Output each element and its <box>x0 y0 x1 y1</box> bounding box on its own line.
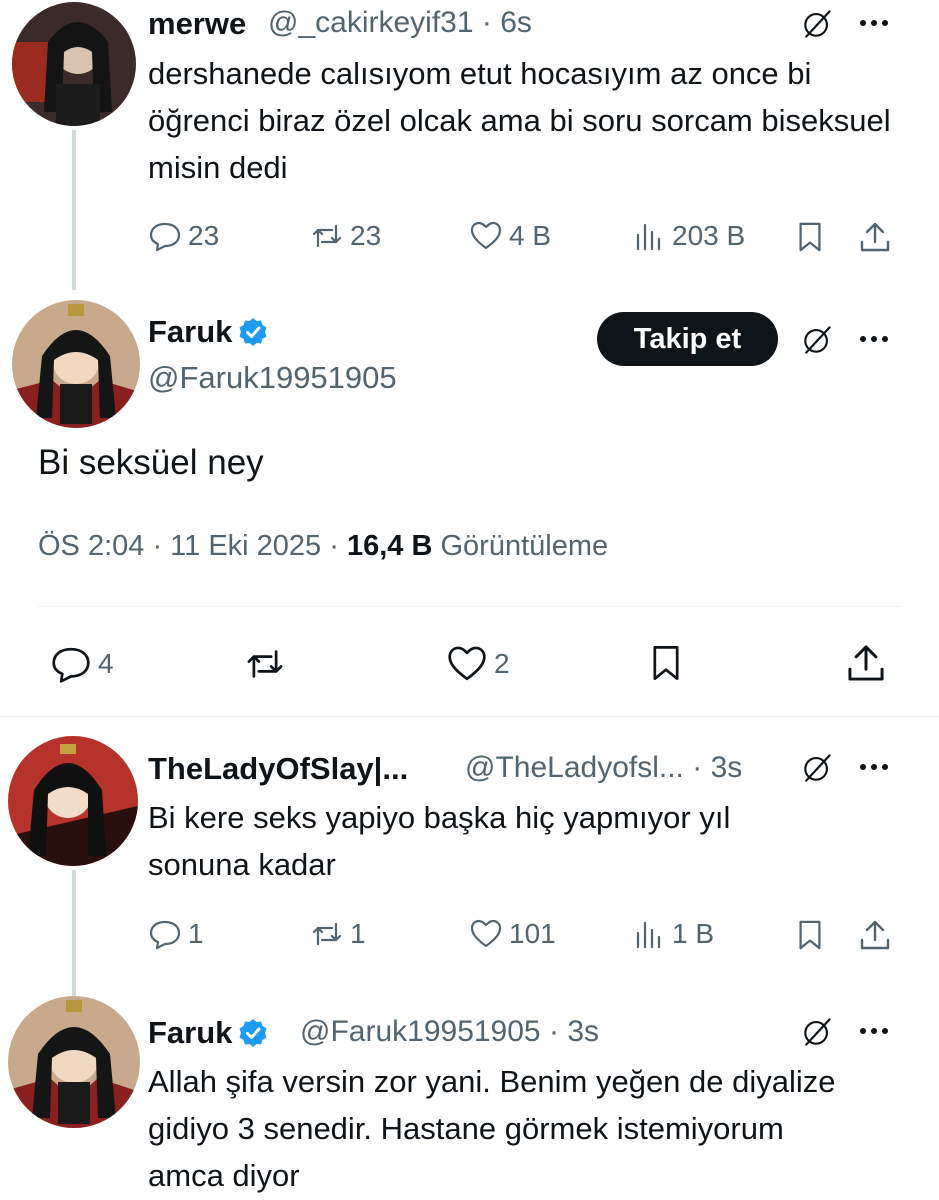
reply-count: 1 <box>188 918 204 949</box>
like-count: 101 <box>509 918 556 949</box>
like-count: 4 B <box>509 220 552 251</box>
like-button[interactable]: 2 <box>446 643 510 685</box>
author-meta[interactable]: @TheLadyofsl... · 3s <box>465 751 742 785</box>
share-icon <box>860 920 890 950</box>
separator: · <box>548 1015 559 1048</box>
grok-icon[interactable] <box>797 320 837 360</box>
views-button[interactable]: 1 B <box>632 917 714 951</box>
author-handle[interactable]: @Faruk19951905 <box>148 360 397 396</box>
tweet-time[interactable]: 6s <box>500 6 532 39</box>
avatar[interactable] <box>12 300 140 428</box>
share-button[interactable] <box>844 641 888 685</box>
retweet-button[interactable]: 23 <box>310 219 381 253</box>
more-icon[interactable] <box>860 764 888 770</box>
author-name[interactable]: merwe <box>148 6 246 42</box>
verified-badge-icon <box>239 318 267 346</box>
share-icon <box>848 645 884 681</box>
views-icon <box>636 921 661 949</box>
tweet-text: Bi kere seks yapiyo başka hiç yapmıyor y… <box>148 800 731 882</box>
like-button[interactable]: 4 B <box>469 219 551 253</box>
heart-icon <box>470 919 502 948</box>
heart-icon <box>470 221 502 250</box>
author-name[interactable]: Faruk <box>148 314 268 350</box>
tweet-text: Bi seksüel ney <box>38 443 264 482</box>
views-label: Görüntüleme <box>440 530 609 562</box>
author-meta[interactable]: @_cakirkeyif31 · 6s <box>268 6 532 40</box>
thread-line <box>72 130 76 290</box>
separator: · <box>481 6 492 39</box>
tweet-text: Allah şifa versin zor yani. Benim yeğen … <box>148 1064 836 1193</box>
views-count: 1 B <box>672 918 715 949</box>
retweet-button[interactable]: 1 <box>310 917 366 951</box>
separator: · <box>692 751 703 784</box>
heart-icon <box>448 646 486 681</box>
grok-icon[interactable] <box>797 748 837 788</box>
avatar[interactable] <box>8 736 138 866</box>
divider <box>0 716 939 717</box>
retweet-count: 23 <box>350 220 382 251</box>
thread-line <box>72 870 76 996</box>
bookmark-button[interactable] <box>792 218 828 256</box>
like-button[interactable]: 101 <box>469 917 556 951</box>
retweet-count: 1 <box>350 918 366 949</box>
reply-button[interactable]: 4 <box>50 643 114 685</box>
views-icon <box>636 223 661 251</box>
retweet-icon <box>312 922 342 946</box>
tweet-time[interactable]: 3s <box>567 1015 599 1048</box>
avatar[interactable] <box>12 2 136 126</box>
reply-icon <box>149 920 181 950</box>
author-handle[interactable]: @Faruk19951905 <box>300 1015 541 1048</box>
divider <box>38 606 900 607</box>
author-name-text[interactable]: Faruk <box>148 1015 232 1050</box>
views-count: 203 B <box>672 220 746 251</box>
author-name[interactable]: TheLadyOfSlay|... <box>148 751 438 787</box>
reply-icon <box>52 647 90 683</box>
grok-icon[interactable] <box>797 4 837 44</box>
reply-button[interactable]: 1 <box>148 917 204 951</box>
bookmark-icon <box>799 920 821 950</box>
bookmark-icon <box>653 646 679 680</box>
reply-button[interactable]: 23 <box>148 219 219 253</box>
author-handle[interactable]: @TheLadyofsl... <box>465 751 684 784</box>
like-count: 2 <box>494 648 510 679</box>
more-icon[interactable] <box>860 336 888 342</box>
bookmark-button[interactable] <box>792 916 828 954</box>
author-meta[interactable]: @Faruk19951905 · 3s <box>300 1015 599 1049</box>
share-button[interactable] <box>856 218 894 256</box>
retweet-icon <box>312 224 342 248</box>
retweet-icon <box>247 650 283 678</box>
views-count: 16,4 B <box>346 530 433 562</box>
retweet-button[interactable] <box>244 643 286 685</box>
share-button[interactable] <box>856 916 894 954</box>
author-name-text[interactable]: Faruk <box>148 314 232 349</box>
share-icon <box>860 222 890 252</box>
tweet-time[interactable]: 3s <box>711 751 743 784</box>
tweet-timestamp[interactable]: ÖS 2:04 · 11 Eki 2025 · <box>38 530 339 562</box>
bookmark-icon <box>799 222 821 252</box>
reply-count: 4 <box>98 648 114 679</box>
author-name[interactable]: Faruk <box>148 1015 268 1051</box>
reply-icon <box>149 222 181 252</box>
tweet-text: dershanede calısıyom etut hocasıyım az o… <box>148 56 891 185</box>
bookmark-button[interactable] <box>645 641 687 685</box>
grok-icon[interactable] <box>797 1012 837 1052</box>
avatar[interactable] <box>8 996 140 1128</box>
author-handle[interactable]: @_cakirkeyif31 <box>268 6 474 39</box>
more-icon[interactable] <box>860 20 888 26</box>
verified-badge-icon <box>239 1019 267 1047</box>
tweet-meta: ÖS 2:04 · 11 Eki 2025 · 16,4 B Görüntüle… <box>38 530 608 563</box>
reply-count: 23 <box>188 220 220 251</box>
follow-button[interactable]: Takip et <box>597 312 778 366</box>
views-button[interactable]: 203 B <box>632 219 745 253</box>
more-icon[interactable] <box>860 1028 888 1034</box>
